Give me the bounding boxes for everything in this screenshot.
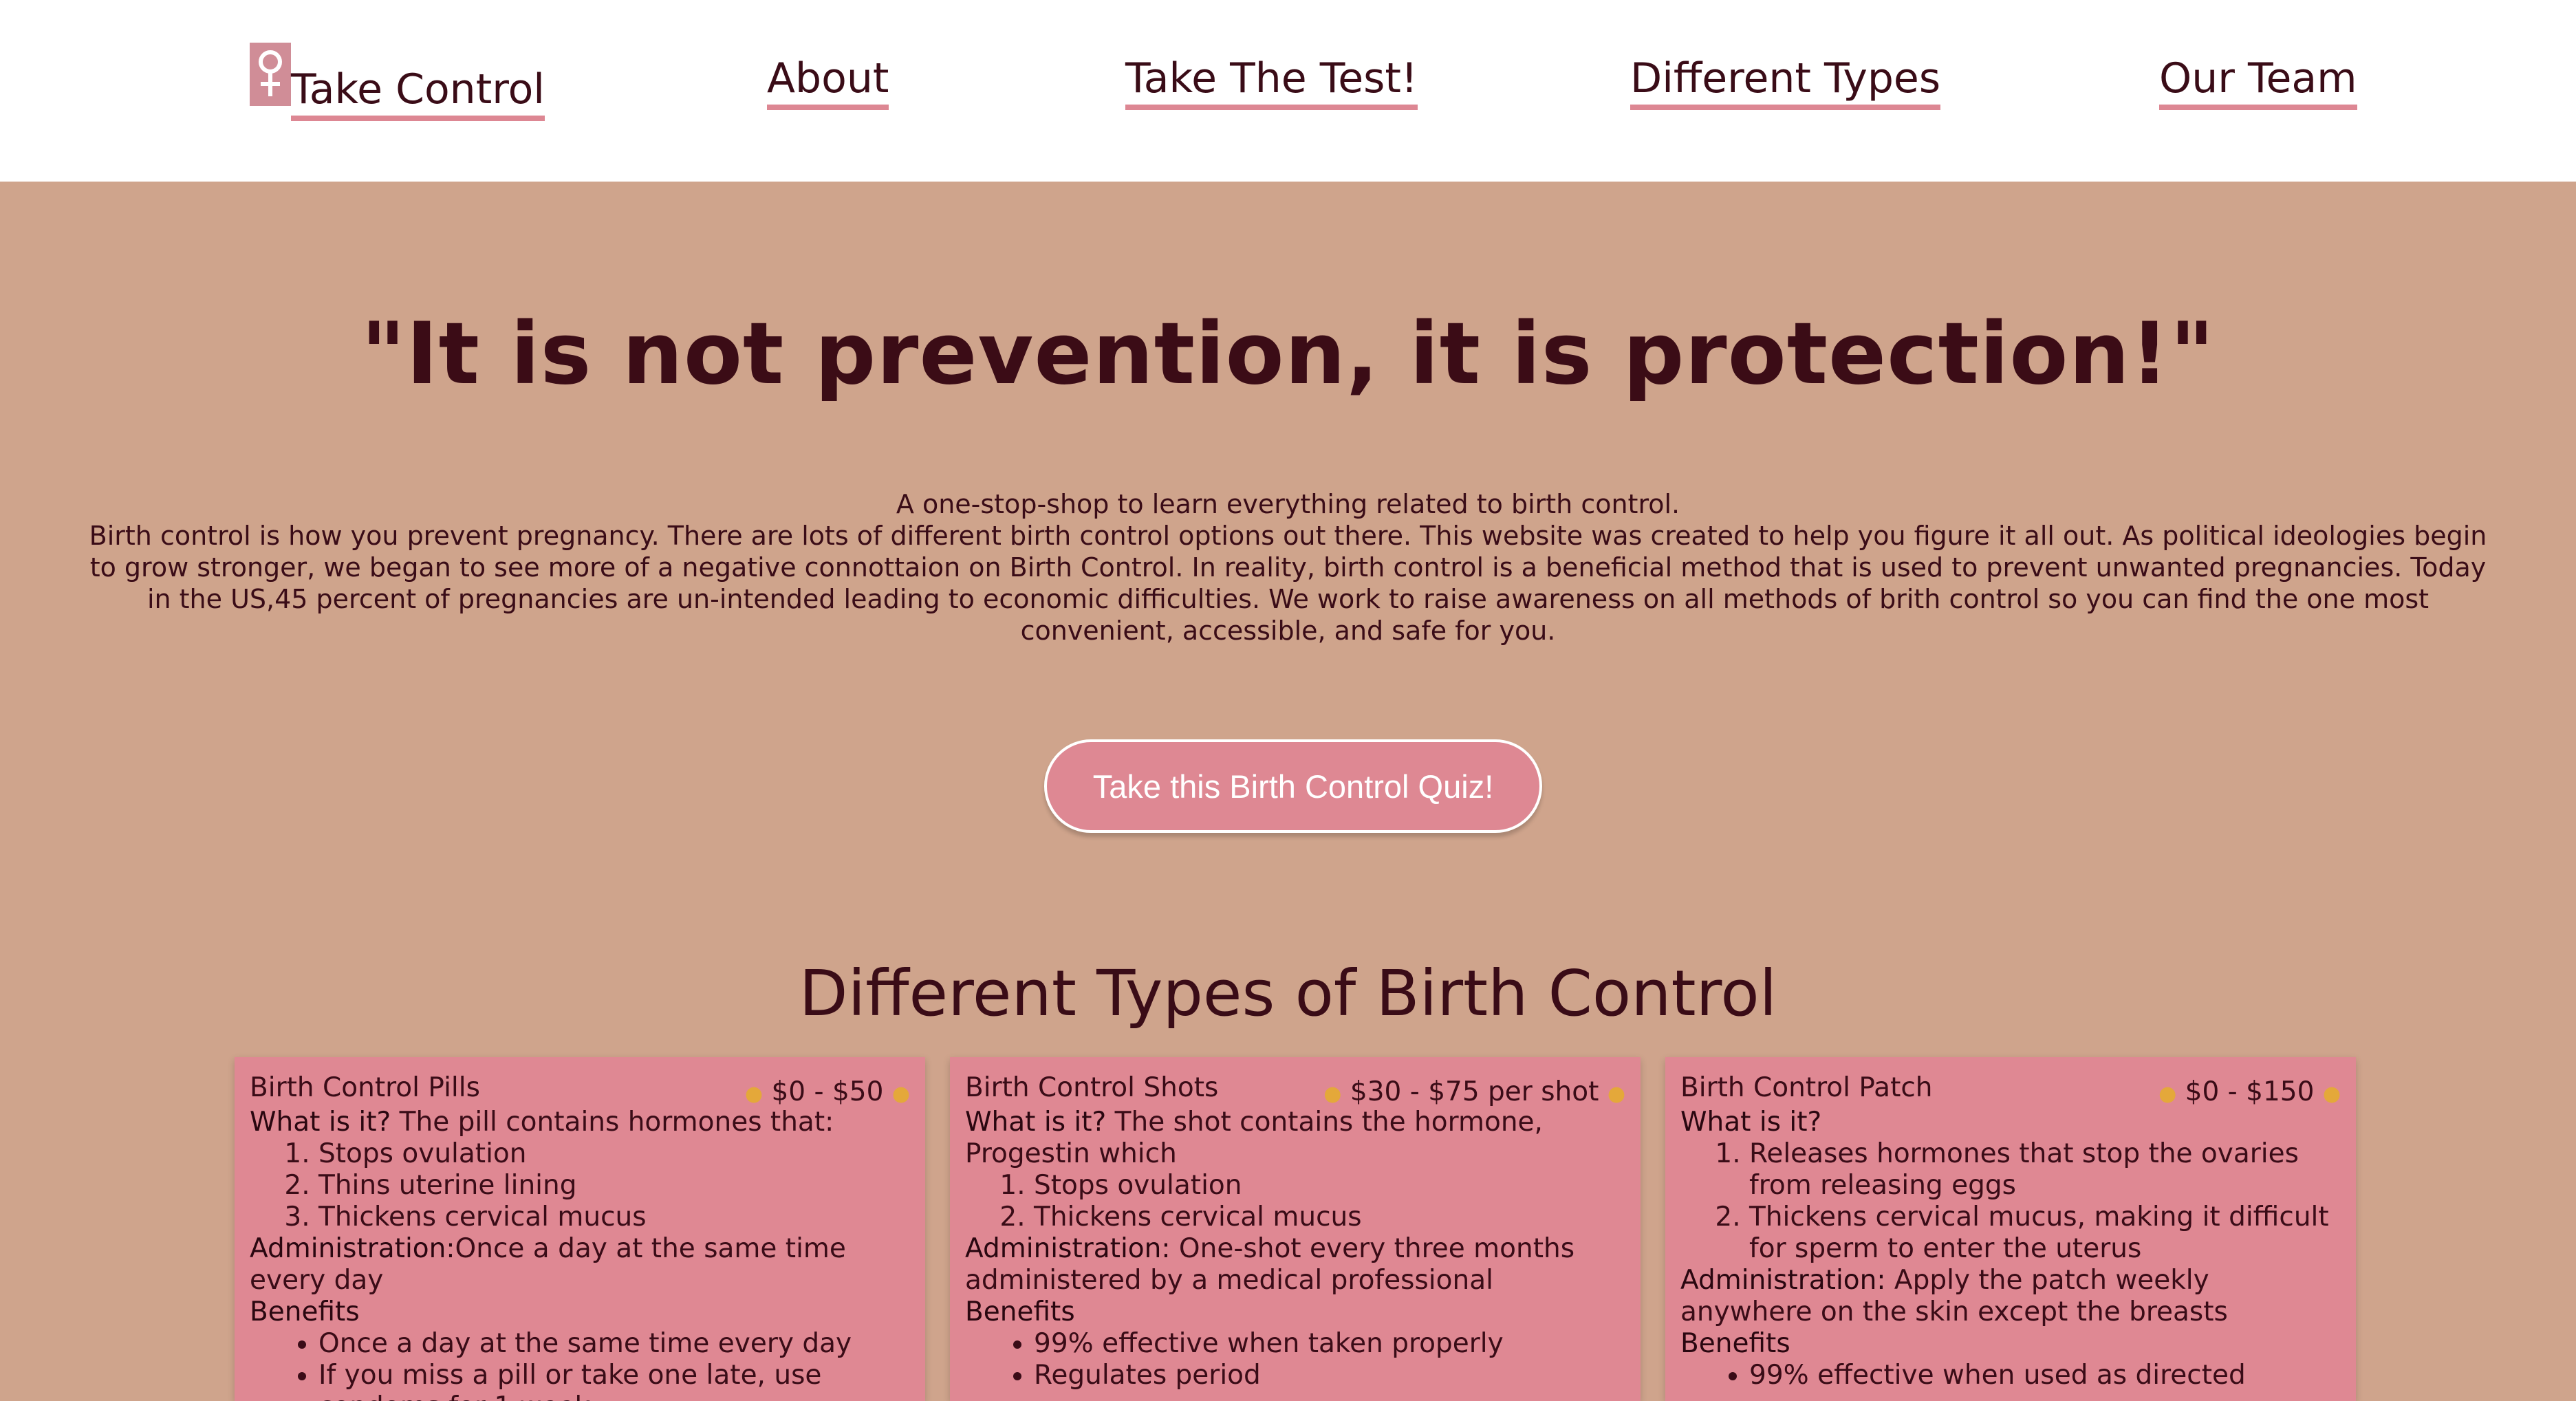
benefits-list: 99% effective when taken properly Regula… — [965, 1328, 1625, 1391]
top-nav: Take Control About Take The Test! Differ… — [0, 0, 2576, 182]
nav-our-team[interactable]: Our Team — [2159, 54, 2357, 110]
nav-take-the-test[interactable]: Take The Test! — [1125, 54, 1418, 110]
list-item: Thickens cervical mucus, making it diffi… — [1749, 1202, 2341, 1265]
benefits-list: Once a day at the same time every day If… — [250, 1328, 910, 1401]
step-list: Stops ovulation Thins uterine lining Thi… — [250, 1138, 910, 1233]
benefits-label: Benefits — [250, 1296, 360, 1327]
price-tag: ● $0 - $50 ● — [745, 1076, 910, 1110]
what-is-it: What is it? The pill contains hormones t… — [250, 1107, 910, 1138]
price-value: $0 - $150 — [2185, 1076, 2315, 1107]
list-item: Thickens cervical mucus — [318, 1202, 910, 1233]
hero-description: Birth control is how you prevent pregnan… — [89, 521, 2487, 646]
card-birth-control-shots: Birth Control Shots ● $30 - $75 per shot… — [950, 1057, 1641, 1401]
benefits-label: Benefits — [1680, 1328, 1790, 1359]
money-bag-icon: ● — [2322, 1082, 2341, 1106]
card-birth-control-pills: Birth Control Pills ● $0 - $50 ● What is… — [235, 1057, 925, 1401]
list-item: Stops ovulation — [318, 1138, 910, 1170]
list-item: If you miss a pill or take one late, use… — [318, 1360, 910, 1401]
price-tag: ● $0 - $150 ● — [2158, 1076, 2341, 1110]
list-item: Regulates period — [1034, 1360, 1625, 1391]
benefits-list: 99% effective when used as directed — [1680, 1360, 2341, 1391]
price-value: $0 - $50 — [771, 1076, 884, 1107]
list-item: Once a day at the same time every day — [318, 1328, 910, 1360]
step-list: Stops ovulation Thickens cervical mucus — [965, 1170, 1625, 1233]
card-title: Birth Control Patch — [1680, 1072, 1933, 1103]
admin-label: Administration: — [250, 1233, 455, 1264]
administration: Administration: Apply the patch weekly a… — [1680, 1265, 2341, 1328]
what-label: What is it? — [965, 1107, 1107, 1138]
list-item: Releases hormones that stop the ovaries … — [1749, 1138, 2341, 1202]
list-item: Stops ovulation — [1034, 1170, 1625, 1202]
what-label: What is it? — [1680, 1107, 1822, 1138]
money-bag-icon: ● — [1607, 1082, 1625, 1106]
price-tag: ● $30 - $75 per shot ● — [1323, 1076, 1625, 1110]
hero-quote: "It is not prevention, it is protection!… — [360, 305, 2216, 404]
card-title: Birth Control Pills — [250, 1072, 480, 1103]
money-bag-icon: ● — [891, 1082, 910, 1106]
administration: Administration: One-shot every three mon… — [965, 1233, 1625, 1296]
admin-label: Administration: — [965, 1233, 1171, 1264]
list-item: 99% effective when taken properly — [1034, 1328, 1625, 1360]
money-bag-icon: ● — [2158, 1082, 2177, 1106]
female-symbol-icon[interactable] — [250, 43, 291, 106]
what-text: The pill contains hormones that: — [391, 1107, 834, 1138]
logo-link[interactable]: Take Control — [291, 65, 545, 121]
card-title: Birth Control Shots — [965, 1072, 1219, 1103]
quiz-button[interactable]: Take this Birth Control Quiz! — [1044, 739, 1542, 833]
list-item: 99% effective when used as directed — [1749, 1360, 2341, 1391]
benefits-label: Benefits — [965, 1296, 1075, 1327]
card-birth-control-patch: Birth Control Patch ● $0 - $150 ● What i… — [1665, 1057, 2356, 1401]
administration: Administration:Once a day at the same ti… — [250, 1233, 910, 1296]
what-is-it: What is it? — [1680, 1107, 2341, 1138]
hero-subtitle: A one-stop-shop to learn everything rela… — [896, 489, 1680, 519]
what-label: What is it? — [250, 1107, 391, 1138]
money-bag-icon: ● — [1323, 1082, 1342, 1106]
nav-different-types[interactable]: Different Types — [1630, 54, 1941, 110]
list-item: Thickens cervical mucus — [1034, 1202, 1625, 1233]
nav-about[interactable]: About — [767, 54, 889, 110]
step-list: Releases hormones that stop the ovaries … — [1680, 1138, 2341, 1265]
admin-label: Administration: — [1680, 1265, 1886, 1296]
price-value: $30 - $75 per shot — [1350, 1076, 1599, 1107]
list-item: Thins uterine lining — [318, 1170, 910, 1202]
money-bag-icon: ● — [744, 1082, 764, 1106]
types-section-title: Different Types of Birth Control — [799, 957, 1777, 1030]
what-is-it: What is it? The shot contains the hormon… — [965, 1107, 1625, 1170]
